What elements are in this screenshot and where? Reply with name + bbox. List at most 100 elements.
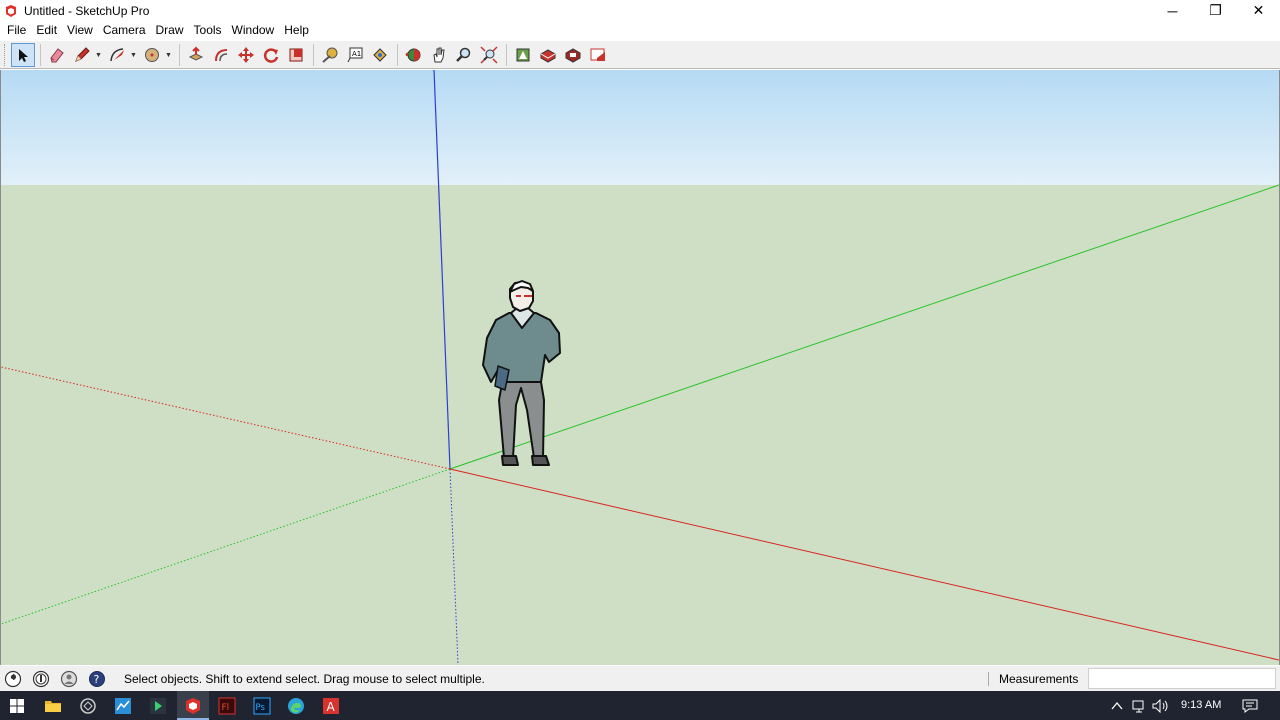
- toolbar-grip[interactable]: [4, 44, 7, 66]
- extension-warehouse-button[interactable]: [536, 43, 560, 67]
- network-icon: [1132, 700, 1144, 713]
- close-button[interactable]: ✕: [1237, 0, 1280, 21]
- svg-text:?: ?: [94, 673, 100, 686]
- extension-manager-icon: [565, 48, 581, 63]
- warehouse-icon: [516, 48, 530, 62]
- window-title: Untitled - SketchUp Pro: [24, 3, 150, 18]
- title-bar: Untitled - SketchUp Pro ─ ❐ ✕: [0, 0, 1280, 21]
- move-icon: [238, 47, 254, 63]
- acrobat-icon: A: [323, 698, 339, 714]
- start-button[interactable]: [6, 695, 28, 717]
- taskbar-app-chart[interactable]: [112, 695, 134, 717]
- menu-help[interactable]: Help: [279, 21, 314, 40]
- menu-view[interactable]: View: [62, 21, 98, 40]
- tray-network[interactable]: [1128, 695, 1150, 717]
- start-icon: [10, 699, 24, 713]
- line-tool-button[interactable]: [70, 43, 94, 67]
- offset-tool-button[interactable]: [209, 43, 233, 67]
- taskbar-sketchup[interactable]: [182, 695, 204, 717]
- edge-icon: [288, 698, 304, 714]
- tray-chevron[interactable]: [1106, 695, 1128, 717]
- shapes-tool-button[interactable]: [140, 43, 164, 67]
- zoom-extents-icon: [480, 46, 498, 64]
- drawing-viewport[interactable]: [0, 70, 1280, 665]
- credits-icon[interactable]: [32, 670, 50, 688]
- status-message: Select objects. Shift to extend select. …: [124, 672, 485, 686]
- tape-measure-tool-button[interactable]: [318, 43, 342, 67]
- menu-draw[interactable]: Draw: [151, 21, 189, 40]
- orbit-tool-button[interactable]: [402, 43, 426, 67]
- eraser-icon: [50, 48, 64, 63]
- toolbar-separator: [397, 44, 398, 66]
- app-chart-icon: [115, 698, 131, 714]
- toolbar-separator: [506, 44, 507, 66]
- tray-volume[interactable]: [1150, 695, 1172, 717]
- menu-edit[interactable]: Edit: [31, 21, 62, 40]
- taskbar-app-circle[interactable]: [77, 695, 99, 717]
- pan-hand-icon: [433, 47, 445, 63]
- 3d-warehouse-button[interactable]: [511, 43, 535, 67]
- volume-icon: [1152, 699, 1168, 713]
- restore-button[interactable]: ❐: [1194, 0, 1237, 21]
- scene-canvas[interactable]: [1, 70, 1279, 665]
- toolbar-separator: [179, 44, 180, 66]
- select-tool-button[interactable]: [11, 43, 35, 67]
- arc-icon: [110, 48, 124, 62]
- chevron-up-icon: [1111, 701, 1123, 710]
- taskbar: Fl Ps A 9:13 AM: [0, 691, 1280, 720]
- paint-bucket-tool-button[interactable]: [368, 43, 392, 67]
- zoom-tool-button[interactable]: [452, 43, 476, 67]
- getting-started-toolbar: ▼ ▼ ▼ A1: [0, 41, 1280, 69]
- taskbar-file-explorer[interactable]: [42, 695, 64, 717]
- pan-tool-button[interactable]: [427, 43, 451, 67]
- rotate-tool-button[interactable]: [259, 43, 283, 67]
- taskbar-edge[interactable]: [285, 695, 307, 717]
- zoom-icon: [456, 47, 471, 62]
- taskbar-photoshop[interactable]: Ps: [251, 695, 273, 717]
- layout-button[interactable]: [586, 43, 610, 67]
- arc-tool-dropdown[interactable]: ▼: [130, 43, 138, 67]
- arc-tool-button[interactable]: [105, 43, 129, 67]
- taskbar-flash[interactable]: Fl: [216, 695, 238, 717]
- menu-file[interactable]: File: [2, 21, 31, 40]
- minimize-button[interactable]: ─: [1151, 0, 1194, 21]
- status-bar: ? Select objects. Shift to extend select…: [0, 666, 1280, 691]
- move-tool-button[interactable]: [234, 43, 258, 67]
- orbit-icon: [405, 48, 421, 62]
- measurements-label: Measurements: [999, 672, 1079, 686]
- measurements-separator: [988, 672, 989, 686]
- line-tool-dropdown[interactable]: ▼: [95, 43, 103, 67]
- svg-text:Ps: Ps: [256, 703, 266, 713]
- shapes-tool-dropdown[interactable]: ▼: [165, 43, 173, 67]
- text-icon: A1: [347, 47, 363, 63]
- user-icon[interactable]: [60, 670, 78, 688]
- eraser-tool-button[interactable]: [45, 43, 69, 67]
- sketchup-icon: [186, 698, 200, 714]
- ground: [1, 185, 1279, 665]
- notification-icon: [1242, 699, 1258, 713]
- help-icon[interactable]: ?: [88, 670, 106, 688]
- scale-tool-button[interactable]: [284, 43, 308, 67]
- zoom-extents-tool-button[interactable]: [477, 43, 501, 67]
- photoshop-icon: Ps: [253, 697, 271, 715]
- extension-manager-button[interactable]: [561, 43, 585, 67]
- clock[interactable]: 9:13 AM: [1181, 691, 1221, 720]
- svg-text:Fl: Fl: [222, 703, 230, 713]
- menu-camera[interactable]: Camera: [98, 21, 151, 40]
- measurements-input[interactable]: [1088, 668, 1276, 689]
- taskbar-acrobat[interactable]: A: [320, 695, 342, 717]
- menu-tools[interactable]: Tools: [189, 21, 227, 40]
- text-tool-button[interactable]: A1: [343, 43, 367, 67]
- geo-location-icon[interactable]: [4, 670, 22, 688]
- circle-shape-icon: [145, 48, 159, 62]
- menu-window[interactable]: Window: [227, 21, 280, 40]
- svg-text:A1: A1: [352, 50, 361, 58]
- paint-bucket-icon: [373, 48, 387, 62]
- rotate-icon: [263, 48, 279, 63]
- menu-bar: File Edit View Camera Draw Tools Window …: [0, 21, 1280, 40]
- svg-text:A: A: [327, 700, 336, 714]
- tray-notifications[interactable]: [1239, 695, 1261, 717]
- push-pull-tool-button[interactable]: [184, 43, 208, 67]
- taskbar-app-play[interactable]: [147, 695, 169, 717]
- layout-icon: [590, 48, 605, 61]
